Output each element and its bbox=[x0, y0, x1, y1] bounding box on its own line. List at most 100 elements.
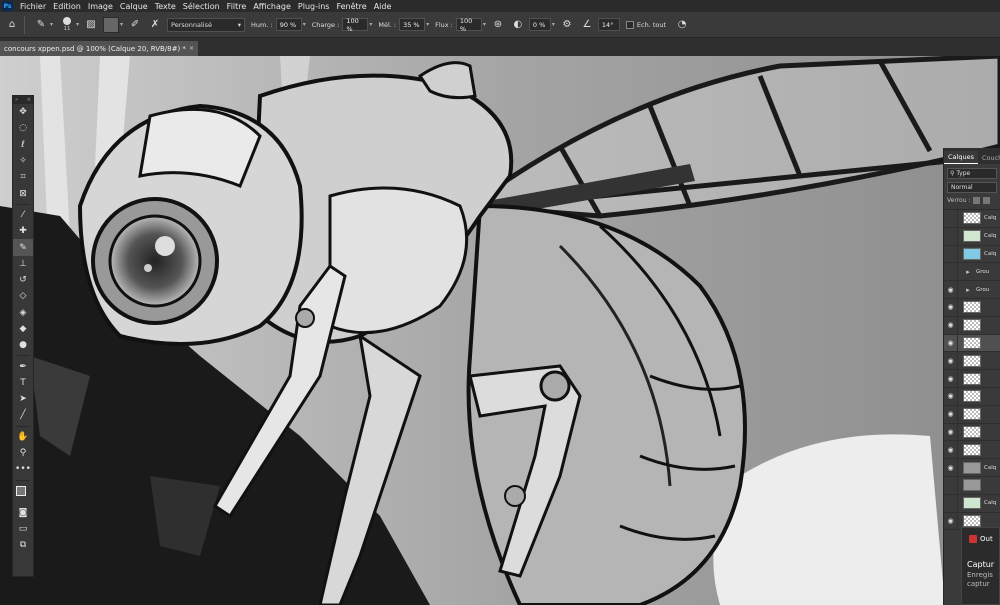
layer-row[interactable]: ◉ bbox=[944, 370, 1000, 388]
clean-brush-icon[interactable]: ✗ bbox=[147, 17, 163, 33]
chevron-down-icon[interactable]: ▾ bbox=[552, 21, 555, 28]
eye-icon[interactable]: ◉ bbox=[944, 298, 958, 316]
eye-icon[interactable]: ◉ bbox=[944, 423, 958, 441]
pressure-icon[interactable]: ◔ bbox=[674, 17, 690, 33]
eye-icon[interactable]: ◉ bbox=[944, 441, 958, 459]
eye-icon[interactable]: ◉ bbox=[944, 512, 958, 530]
brush-size-picker[interactable]: 11 bbox=[59, 14, 75, 36]
menu-fichier[interactable]: Fichier bbox=[20, 2, 46, 11]
angle-field[interactable]: 14° bbox=[597, 18, 620, 31]
sample-all-checkbox[interactable] bbox=[625, 20, 634, 29]
eye-hidden-icon[interactable] bbox=[944, 476, 958, 494]
dodge-tool-icon[interactable]: ● bbox=[13, 337, 33, 353]
layer-row[interactable]: ◉ bbox=[944, 334, 1000, 353]
collapse-icon[interactable]: » bbox=[15, 97, 18, 103]
tab-layers[interactable]: Calques bbox=[944, 151, 978, 164]
load-field[interactable]: 100 % bbox=[342, 17, 369, 33]
eye-icon[interactable]: ◉ bbox=[944, 459, 958, 477]
eraser-tool-icon[interactable]: ◇ bbox=[13, 288, 33, 304]
quick-mask-icon[interactable]: ◙ bbox=[13, 505, 33, 521]
eyedropper-tool-icon[interactable]: ⁄ bbox=[13, 207, 33, 223]
eye-hidden-icon[interactable] bbox=[944, 245, 958, 263]
blend-preset-select[interactable]: Personnalisé ▾ bbox=[167, 17, 246, 32]
mix-field[interactable]: 35 % bbox=[399, 18, 426, 31]
color-swatches[interactable] bbox=[13, 483, 33, 505]
load-brush-icon[interactable]: ✐ bbox=[127, 17, 143, 33]
airbrush-icon[interactable]: ⊛ bbox=[490, 17, 506, 33]
menu-calque[interactable]: Calque bbox=[120, 2, 148, 11]
clone-stamp-tool-icon[interactable]: ⊥ bbox=[13, 256, 33, 272]
brush-settings-icon[interactable]: ▨ bbox=[83, 17, 99, 33]
eye-icon[interactable]: ◉ bbox=[944, 370, 958, 388]
menu-plugins[interactable]: Plug-ins bbox=[298, 2, 330, 11]
smoothing-icon[interactable]: ◐ bbox=[510, 17, 526, 33]
chevron-down-icon[interactable]: ▾ bbox=[303, 21, 306, 28]
chevron-down-icon[interactable]: ▾ bbox=[120, 21, 123, 28]
layer-row[interactable]: ◉ ▸ Grou bbox=[944, 281, 1000, 299]
layer-row[interactable]: Calq bbox=[944, 209, 1000, 228]
eye-hidden-icon[interactable] bbox=[944, 209, 958, 227]
layer-row[interactable] bbox=[944, 476, 1000, 495]
foreground-color-swatch[interactable] bbox=[16, 485, 26, 496]
healing-brush-tool-icon[interactable]: ✚ bbox=[13, 223, 33, 239]
flow-field[interactable]: 100 % bbox=[455, 17, 482, 33]
document-tab[interactable]: concours xppen.psd @ 100% (Calque 20, RV… bbox=[0, 41, 198, 56]
blend-mode-select[interactable]: Normal bbox=[947, 182, 997, 193]
layer-row[interactable]: Calq bbox=[944, 245, 1000, 264]
layer-row[interactable]: ◉ bbox=[944, 441, 1000, 460]
chevron-down-icon[interactable]: ▾ bbox=[483, 21, 486, 28]
layer-row[interactable]: ◉ bbox=[944, 405, 1000, 424]
document-canvas[interactable] bbox=[0, 56, 1000, 605]
menu-selection[interactable]: Sélection bbox=[183, 2, 220, 11]
layer-filter-search[interactable]: ⚲ Type bbox=[947, 168, 997, 179]
type-tool-icon[interactable]: T bbox=[13, 375, 33, 391]
menu-fenetre[interactable]: Fenêtre bbox=[336, 2, 366, 11]
eye-icon[interactable]: ◉ bbox=[944, 334, 958, 352]
layer-row[interactable]: ◉ bbox=[944, 316, 1000, 335]
mixer-brush-tool-icon[interactable]: ✎ bbox=[13, 239, 33, 256]
hand-tool-icon[interactable]: ✋ bbox=[13, 429, 33, 445]
close-icon[interactable]: × bbox=[189, 45, 194, 52]
lock-transparent-icon[interactable] bbox=[973, 197, 981, 204]
move-tool-icon[interactable]: ✥ bbox=[13, 104, 33, 120]
menu-affichage[interactable]: Affichage bbox=[253, 2, 291, 11]
layer-row[interactable]: ◉ bbox=[944, 298, 1000, 317]
lock-image-icon[interactable] bbox=[983, 197, 991, 204]
chevron-down-icon[interactable]: ▾ bbox=[76, 21, 79, 28]
notification-toast[interactable]: Out Captur Enregis captur bbox=[961, 527, 1000, 605]
menu-aide[interactable]: Aide bbox=[374, 2, 392, 11]
paint-bucket-tool-icon[interactable]: ◈ bbox=[13, 305, 33, 321]
blur-tool-icon[interactable]: ◆ bbox=[13, 321, 33, 337]
magic-wand-tool-icon[interactable]: ✧ bbox=[13, 153, 33, 169]
line-tool-icon[interactable]: ╱ bbox=[13, 407, 33, 423]
current-brush-load-swatch[interactable] bbox=[103, 16, 120, 33]
layer-row[interactable]: Calq bbox=[944, 494, 1000, 513]
layer-row[interactable]: ◉ bbox=[944, 352, 1000, 371]
frame-tool-icon[interactable]: ⊠ bbox=[13, 185, 33, 201]
crop-tool-icon[interactable]: ⌗ bbox=[13, 169, 33, 185]
eye-hidden-icon[interactable] bbox=[944, 263, 958, 281]
layer-row[interactable]: ◉ bbox=[944, 423, 1000, 442]
angle-icon[interactable]: ∠ bbox=[579, 17, 595, 33]
eye-icon[interactable]: ◉ bbox=[944, 405, 958, 423]
gear-icon[interactable]: ⚙ bbox=[559, 17, 575, 33]
history-brush-tool-icon[interactable]: ↺ bbox=[13, 272, 33, 288]
close-icon[interactable]: × bbox=[27, 97, 31, 103]
chevron-down-icon[interactable]: ▾ bbox=[50, 21, 53, 28]
marquee-tool-icon[interactable]: ◌ bbox=[13, 120, 33, 136]
artboard-icon[interactable]: ⧉ bbox=[13, 537, 33, 553]
mixer-brush-preset-icon[interactable]: ✎ bbox=[33, 17, 49, 33]
layer-row[interactable]: Calq bbox=[944, 227, 1000, 246]
chevron-down-icon[interactable]: ▾ bbox=[369, 21, 372, 28]
eye-icon[interactable]: ◉ bbox=[944, 387, 958, 405]
menu-texte[interactable]: Texte bbox=[155, 2, 176, 11]
eye-icon[interactable]: ◉ bbox=[944, 352, 958, 370]
layer-row[interactable]: ◉ Calq bbox=[944, 459, 1000, 477]
layer-row[interactable]: ◉ bbox=[944, 387, 1000, 406]
lasso-tool-icon[interactable]: ℓ bbox=[13, 137, 33, 153]
home-icon[interactable]: ⌂ bbox=[4, 17, 20, 33]
menu-edition[interactable]: Edition bbox=[53, 2, 81, 11]
path-selection-tool-icon[interactable]: ➤ bbox=[13, 391, 33, 407]
chevron-down-icon[interactable]: ▾ bbox=[426, 21, 429, 28]
eye-hidden-icon[interactable] bbox=[944, 494, 958, 512]
